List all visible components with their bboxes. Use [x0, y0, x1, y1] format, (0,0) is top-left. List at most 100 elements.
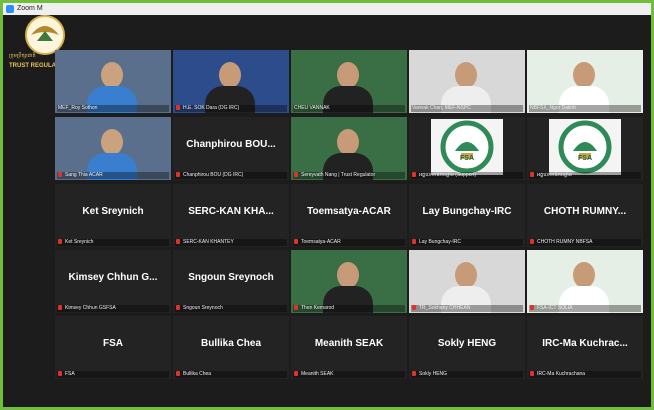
- mic-muted-icon: [294, 371, 298, 376]
- participant-video: [409, 250, 525, 313]
- window-titlebar: Zoom M: [3, 3, 651, 15]
- participant-head: [455, 62, 477, 88]
- participant-name-label: CHEU VANNAK: [293, 105, 405, 112]
- mic-muted-icon: [530, 172, 534, 177]
- fsa-logo: [549, 119, 621, 175]
- participant-display-name: Lay Bungchay-IRC: [422, 206, 512, 217]
- mic-muted-icon: [530, 305, 534, 310]
- participant-head: [455, 262, 477, 288]
- mic-muted-icon: [176, 371, 180, 376]
- participant-display-name: FSA: [103, 338, 123, 349]
- participant-tile[interactable]: CHOTH RUMNY... CHOTH RUMNY NBFSA: [527, 184, 643, 247]
- participant-tile[interactable]: NBFSX_Ngor Dalinh: [527, 50, 643, 113]
- participant-label-text: SERC-KAN KHANTEY: [183, 239, 234, 245]
- participant-tile[interactable]: H.E. SOK Dara (DG IRC): [173, 50, 289, 113]
- participant-tile[interactable]: IRC-Ma Kuchrac... IRC-Ma Kuchrachana: [527, 316, 643, 379]
- participant-display-name: Meanith SEAK: [314, 338, 384, 349]
- mic-muted-icon: [412, 305, 416, 310]
- participant-name-label: Ket Sreynich: [57, 239, 169, 246]
- participant-label-text: Chanphirou BOU (DG IRC): [183, 172, 244, 178]
- participant-display-name: CHOTH RUMNY...: [543, 206, 627, 217]
- mic-muted-icon: [58, 239, 62, 244]
- mic-muted-icon: [530, 371, 534, 376]
- participant-display-name: Bullika Chea: [200, 338, 262, 349]
- participant-label-text: Sngoun Sreynoch: [183, 305, 223, 311]
- zoom-window: Zoom M ក្រុមប្រឹក្សាជាតិ TRUST REGULATOR…: [0, 0, 654, 410]
- participant-display-name: Kimsey Chhun G...: [68, 272, 158, 283]
- participant-name-label: អគ្គលេខាធិការដ្ឋាន: [529, 172, 641, 179]
- participant-tile[interactable]: Sang Thia ACAR: [55, 117, 171, 180]
- participant-label-text: អគ្គលេខាធិការដ្ឋាន (Support): [419, 172, 477, 178]
- participant-display-name: FSA: [578, 155, 592, 162]
- participant-tile[interactable]: Bullika Chea Bullika Chea: [173, 316, 289, 379]
- participant-name-label: TR_Sokhany CHHEAN: [411, 305, 523, 312]
- participant-tile[interactable]: TR_Sokhany CHHEAN: [409, 250, 525, 313]
- participant-tile[interactable]: Toemsatya-ACAR Toemsatya-ACAR: [291, 184, 407, 247]
- participant-tile[interactable]: Lay Bungchay-IRC Lay Bungchay-IRC: [409, 184, 525, 247]
- participant-tile[interactable]: Meanith SEAK Meanith SEAK: [291, 316, 407, 379]
- participant-label-text: H.E. SOK Dara (DG IRC): [183, 105, 240, 111]
- participant-tile[interactable]: MEF_Roy Sothon: [55, 50, 171, 113]
- participant-name-label: Then Kemarod: [293, 305, 405, 312]
- participant-name-label: Toemsatya-ACAR: [293, 239, 405, 246]
- participant-head: [101, 62, 123, 88]
- participant-label-text: Lay Bungchay-IRC: [419, 239, 461, 245]
- participant-label-text: Sereyvath Nang | Trust Regulator: [301, 172, 376, 178]
- participant-label-text: CHEU VANNAK: [294, 105, 330, 111]
- participant-tile[interactable]: FSA-ICT SOLIA: [527, 250, 643, 313]
- participant-video: [55, 117, 171, 180]
- participant-name-label: Sokly HENG: [411, 371, 523, 378]
- mic-muted-icon: [58, 371, 62, 376]
- participant-display-name: Chanphirou BOU...: [186, 139, 276, 150]
- participant-label-text: Sang Thia ACAR: [65, 172, 103, 178]
- participant-name-label: FSA-ICT SOLIA: [529, 305, 641, 312]
- participant-display-name: IRC-Ma Kuchrac...: [542, 338, 628, 349]
- participant-name-label: H.E. SOK Dara (DG IRC): [175, 105, 287, 112]
- participant-head: [573, 62, 595, 88]
- zoom-app-icon: [6, 5, 14, 13]
- participant-tile[interactable]: Ket Sreynich Ket Sreynich: [55, 184, 171, 247]
- participant-head: [337, 262, 359, 288]
- mic-muted-icon: [294, 305, 298, 310]
- participant-display-name: Ket Sreynich: [82, 206, 144, 217]
- participant-label-text: IRC-Ma Kuchrachana: [537, 371, 586, 377]
- participant-name-label: CHOTH RUMNY NBFSA: [529, 239, 641, 246]
- participant-tile[interactable]: FSA អគ្គលេខាធិការដ្ឋាន (Support): [409, 117, 525, 180]
- participant-label-text: Meanith SEAK: [301, 371, 334, 377]
- participant-name-label: Vannak Chan, MEF-NSPC: [411, 105, 523, 112]
- participant-display-name: Toemsatya-ACAR: [307, 206, 391, 217]
- participant-name-label: Sang Thia ACAR: [57, 172, 169, 179]
- participant-tile[interactable]: FSA អគ្គលេខាធិការដ្ឋាន: [527, 117, 643, 180]
- mic-muted-icon: [530, 239, 534, 244]
- participant-tile[interactable]: Kimsey Chhun G... Kimsey Chhun GSFSA: [55, 250, 171, 313]
- participant-tile[interactable]: CHEU VANNAK: [291, 50, 407, 113]
- participant-label-text: NBFSX_Ngor Dalinh: [530, 105, 576, 111]
- participant-name-label: Kimsey Chhun GSFSA: [57, 305, 169, 312]
- participant-tile[interactable]: Then Kemarod: [291, 250, 407, 313]
- participant-label-text: Kimsey Chhun GSFSA: [65, 305, 116, 311]
- participant-tile[interactable]: Sokly HENG Sokly HENG: [409, 316, 525, 379]
- mic-muted-icon: [176, 305, 180, 310]
- participant-name-label: អគ្គលេខាធិការដ្ឋាន (Support): [411, 172, 523, 179]
- mic-muted-icon: [176, 239, 180, 244]
- participant-head: [337, 62, 359, 88]
- participant-name-label: FSA: [57, 371, 169, 378]
- participant-video: [173, 50, 289, 113]
- participant-name-label: Sngoun Sreynoch: [175, 305, 287, 312]
- participant-tile[interactable]: Vannak Chan, MEF-NSPC: [409, 50, 525, 113]
- participant-tile[interactable]: Sereyvath Nang | Trust Regulator: [291, 117, 407, 180]
- participant-tile[interactable]: SERC-KAN KHA... SERC-KAN KHANTEY: [173, 184, 289, 247]
- participant-name-label: MEF_Roy Sothon: [57, 105, 169, 112]
- participant-tile[interactable]: Sngoun Sreynoch Sngoun Sreynoch: [173, 250, 289, 313]
- participant-label-text: Then Kemarod: [301, 305, 335, 311]
- participant-tile[interactable]: FSA FSA: [55, 316, 171, 379]
- fsa-logo: [431, 119, 503, 175]
- participant-name-label: NBFSX_Ngor Dalinh: [529, 105, 641, 112]
- mic-muted-icon: [412, 239, 416, 244]
- participant-label-text: Ket Sreynich: [65, 239, 94, 245]
- participant-tile[interactable]: Chanphirou BOU... Chanphirou BOU (DG IRC): [173, 117, 289, 180]
- participant-label-text: Vannak Chan, MEF-NSPC: [412, 105, 471, 111]
- mic-muted-icon: [412, 172, 416, 177]
- participant-label-text: Toemsatya-ACAR: [301, 239, 341, 245]
- participant-head: [219, 62, 241, 88]
